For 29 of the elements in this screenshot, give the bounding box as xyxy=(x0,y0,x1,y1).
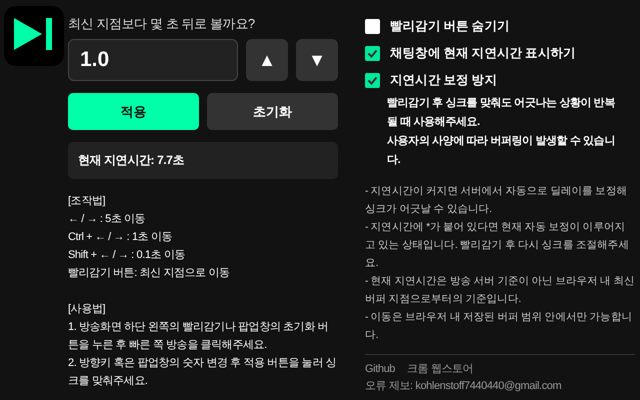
note-text: - 이동은 브라우저 내 저장된 버퍼 범위 안에서만 가능합니다. xyxy=(365,310,634,343)
apply-button[interactable]: 적용 xyxy=(68,93,199,130)
report-text: 오류 제보: kohlenstoff7440440@gmail.com xyxy=(365,379,562,394)
help-line: ← / → : 5초 이동 xyxy=(68,212,146,227)
help-line: 빨리감기 버튼: 최신 지점으로 이동 xyxy=(68,266,231,281)
footer-link[interactable]: Github xyxy=(365,363,396,375)
help-line: 2. 방향키 혹은 팝업창의 숫자 변경 후 적용 버튼을 눌러 싱크를 맞춰주세요. xyxy=(68,356,338,389)
option-checkbox[interactable]: 빨리감기 버튼 숨기기 xyxy=(365,17,635,35)
section-heading: [조작법] xyxy=(68,194,106,209)
step-button[interactable]: ▲ xyxy=(246,39,288,81)
note-text: - 지연시간이 커지면 서버에서 자동으로 딜레이를 보정해 싱크가 어긋날 수 있습니다. xyxy=(365,184,628,217)
option-checkbox[interactable]: 채팅창에 현재 지연시간 표시하기 xyxy=(365,44,635,62)
reset-button[interactable]: 초기화 xyxy=(207,93,338,130)
check-icon xyxy=(367,48,378,58)
note-text: - 지연시간에 *가 붙어 있다면 현재 자동 보정이 이루어지고 있는 상태입니다. 빨리감기 후 다시 싱크를 조절해주세요. xyxy=(365,220,630,271)
current-delay-text: 현재 지연시간: 7.7초 xyxy=(68,142,338,179)
step-button[interactable]: ▼ xyxy=(296,39,338,81)
footer-link[interactable]: 크롬 웹스토어 xyxy=(407,363,474,375)
logo-icon xyxy=(4,6,64,66)
check-icon xyxy=(367,74,378,86)
help-line: 1. 방송화면 하단 왼쪽의 빨리감기나 팝업창의 초기화 버튼을 누른 후 빠른 쪽 방송을 클릭해주세요. xyxy=(68,320,330,353)
note-text: - 현재 지연시간은 방송 서버 기준이 아닌 브라우저 내 최신 버퍼 지점으로부터의 기준입니다. xyxy=(365,274,635,307)
question-text: 최신 지점보다 몇 초 뒤로 볼까요? xyxy=(68,15,256,33)
help-line: Ctrl + ← / → : 1초 이동 xyxy=(68,230,174,245)
option-checkbox[interactable]: 지연시간 보정 방지 xyxy=(365,71,635,89)
option-description: 빨리감기 후 싱크를 맞춰도 어긋나는 상황이 반복될 때 사용해주세요. 사용자의 사양에 따라 버퍼링이 발생할 수 있습니다. xyxy=(386,96,615,168)
section-heading: [사용법] xyxy=(68,302,106,317)
delay-input[interactable]: 1.0 xyxy=(68,39,238,81)
help-line: Shift + ← / → : 0.1초 이동 xyxy=(68,248,186,263)
